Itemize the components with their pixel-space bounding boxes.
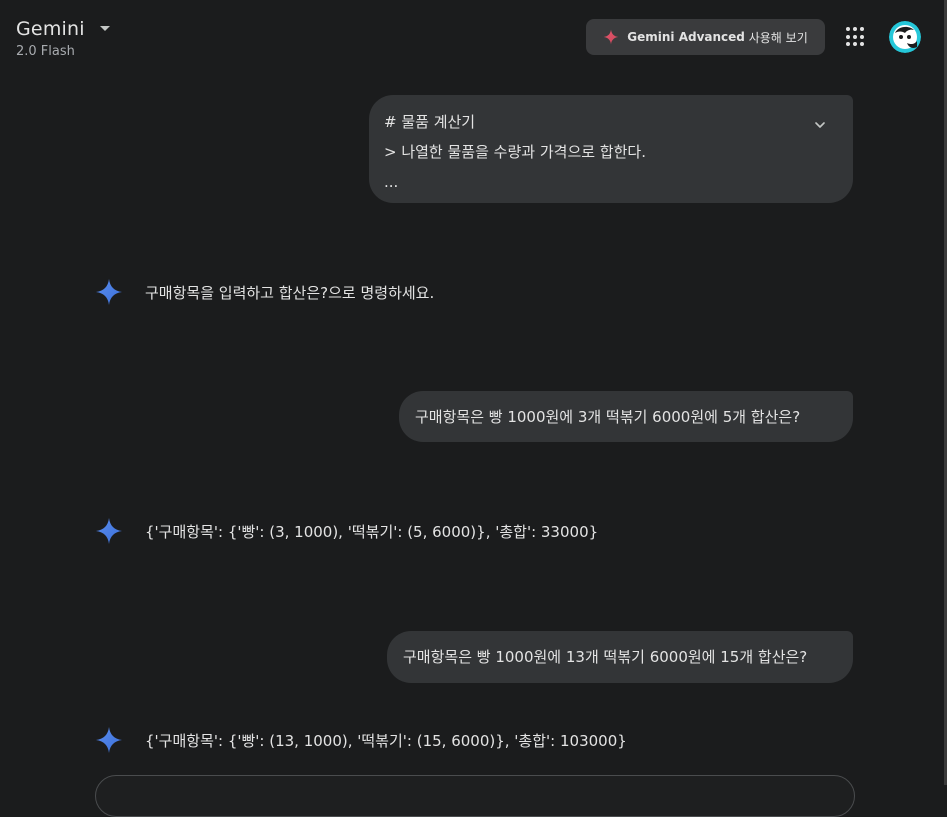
chevron-down-icon[interactable] [815, 120, 825, 130]
prompt-line-3: ... [384, 173, 399, 191]
conversation: # 물품 계산기 > 나열한 물품을 수량과 가격으로 합한다. ... 구매항… [0, 0, 947, 817]
model-response-text: {'구매항목': {'빵': (13, 1000), '떡볶기': (15, 6… [145, 731, 627, 750]
prompt-input[interactable] [95, 775, 855, 817]
user-message: 구매항목은 빵 1000원에 13개 떡볶기 6000원에 15개 합산은? [387, 631, 853, 683]
prompt-line-1: # 물품 계산기 [384, 113, 476, 131]
user-message: 구매항목은 빵 1000원에 3개 떡볶기 6000원에 5개 합산은? [399, 391, 853, 442]
model-response: {'구매항목': {'빵': (13, 1000), '떡볶기': (15, 6… [95, 726, 627, 754]
gemini-spark-icon [96, 727, 122, 753]
model-response-text: 구매항목을 입력하고 합산은?으로 명령하세요. [145, 283, 435, 302]
user-prompt-block: # 물품 계산기 > 나열한 물품을 수량과 가격으로 합한다. ... [369, 95, 853, 203]
gemini-spark-icon [96, 279, 122, 305]
model-response: {'구매항목': {'빵': (3, 1000), '떡볶기': (5, 600… [95, 517, 598, 545]
user-message-text: 구매항목은 빵 1000원에 13개 떡볶기 6000원에 15개 합산은? [403, 648, 808, 666]
user-message-text: 구매항목은 빵 1000원에 3개 떡볶기 6000원에 5개 합산은? [415, 407, 801, 426]
model-response: 구매항목을 입력하고 합산은?으로 명령하세요. [95, 278, 434, 306]
gemini-spark-icon [96, 518, 122, 544]
model-response-text: {'구매항목': {'빵': (3, 1000), '떡볶기': (5, 600… [145, 522, 599, 541]
prompt-line-2: > 나열한 물품을 수량과 가격으로 합한다. [384, 143, 646, 161]
